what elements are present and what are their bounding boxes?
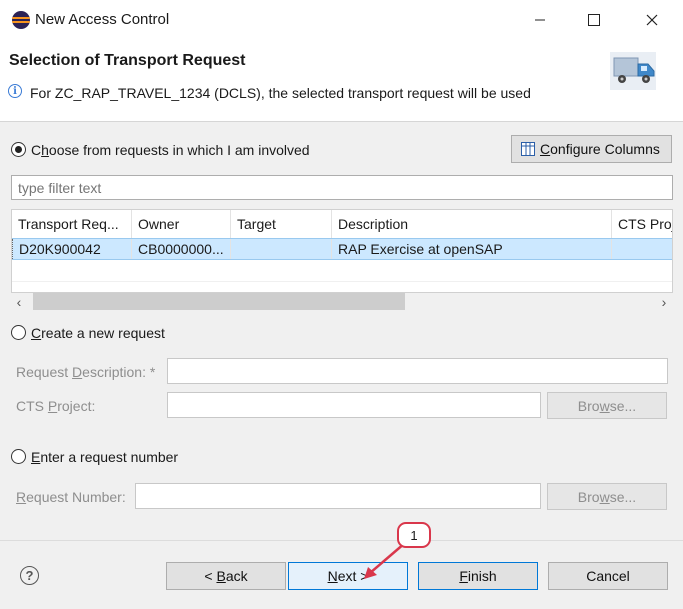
create-request-label[interactable]: Create a new request bbox=[31, 325, 165, 341]
banner-message: For ZC_RAP_TRAVEL_1234 (DCLS), the selec… bbox=[30, 85, 531, 101]
enter-request-label[interactable]: Enter a request number bbox=[31, 449, 178, 465]
cell-cts-project bbox=[612, 239, 672, 259]
cts-project-label: CTS Project: bbox=[16, 398, 96, 414]
close-icon bbox=[646, 14, 658, 26]
request-description-field[interactable] bbox=[167, 358, 668, 384]
minimize-button[interactable] bbox=[517, 0, 563, 40]
transport-request-table: Transport Req... Owner Target Descriptio… bbox=[11, 209, 673, 293]
page-title: Selection of Transport Request bbox=[9, 52, 246, 69]
filter-input[interactable] bbox=[11, 175, 673, 200]
column-header-cts-project[interactable]: CTS Proje bbox=[612, 210, 672, 238]
cell-transport: D20K900042 bbox=[12, 239, 132, 259]
cts-project-field[interactable] bbox=[167, 392, 541, 418]
callout-badge: 1 bbox=[397, 522, 431, 548]
scroll-right-icon[interactable]: › bbox=[655, 293, 673, 310]
maximize-button[interactable] bbox=[571, 0, 617, 40]
request-description-label: Request Description: * bbox=[16, 364, 156, 380]
cell-owner: CB0000000... bbox=[132, 239, 231, 259]
choose-requests-radio[interactable] bbox=[11, 142, 26, 157]
column-header-target[interactable]: Target bbox=[231, 210, 332, 238]
back-button[interactable]: < Back bbox=[166, 562, 286, 590]
info-icon: i bbox=[8, 84, 22, 98]
close-button[interactable] bbox=[629, 0, 675, 40]
cell-target bbox=[231, 239, 332, 259]
browse-request-number-button[interactable]: Bro w se... bbox=[547, 483, 667, 510]
scroll-left-icon[interactable]: ‹ bbox=[11, 293, 27, 310]
browse-cts-project-button[interactable]: Bro w se... bbox=[547, 392, 667, 419]
horizontal-scrollbar[interactable]: ‹ › bbox=[11, 293, 673, 310]
table-row-empty bbox=[12, 260, 672, 282]
window-title: New Access Control bbox=[35, 11, 170, 28]
minimize-icon bbox=[535, 19, 545, 21]
table-columns-icon bbox=[521, 142, 535, 156]
column-header-description[interactable]: Description bbox=[332, 210, 612, 238]
configure-columns-button[interactable]: Configure Columns bbox=[511, 135, 672, 163]
eclipse-app-icon bbox=[12, 11, 30, 29]
request-number-label: Request Number: bbox=[16, 489, 126, 505]
help-icon[interactable]: ? bbox=[20, 566, 39, 585]
column-header-owner[interactable]: Owner bbox=[132, 210, 231, 238]
column-header-transport[interactable]: Transport Req... bbox=[12, 210, 132, 238]
footer-separator bbox=[0, 540, 683, 541]
cell-description: RAP Exercise at openSAP bbox=[332, 239, 612, 259]
configure-columns-label: Configure Columns bbox=[540, 141, 660, 157]
scrollbar-thumb[interactable] bbox=[33, 293, 405, 310]
table-row[interactable]: D20K900042 CB0000000... RAP Exercise at … bbox=[12, 238, 672, 260]
choose-requests-label[interactable]: Choose from requests in which I am invol… bbox=[31, 142, 310, 158]
enter-request-radio[interactable] bbox=[11, 449, 26, 464]
transport-truck-icon bbox=[610, 52, 656, 90]
request-number-field[interactable] bbox=[135, 483, 541, 509]
create-request-radio[interactable] bbox=[11, 325, 26, 340]
cancel-button[interactable]: Cancel bbox=[548, 562, 668, 590]
finish-button[interactable]: Finish bbox=[418, 562, 538, 590]
maximize-icon bbox=[588, 14, 600, 26]
